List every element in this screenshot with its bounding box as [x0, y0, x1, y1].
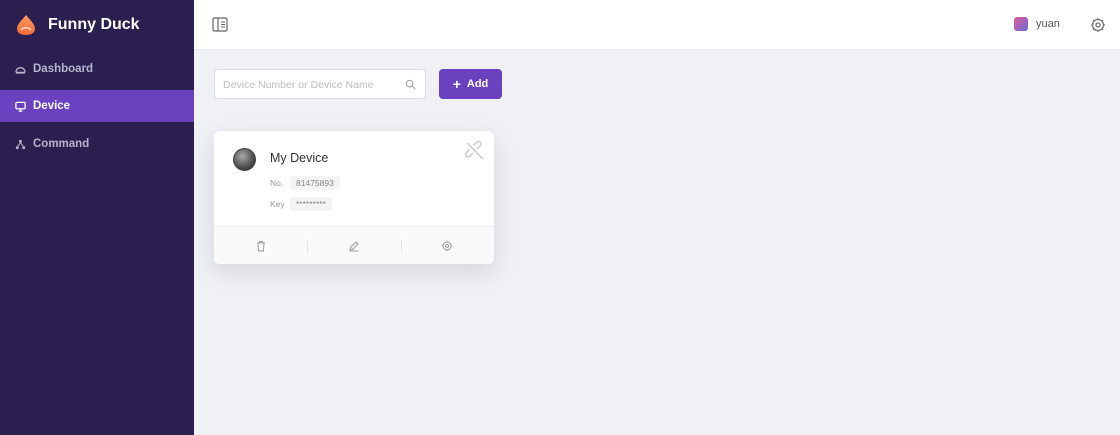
funny-duck-logo-icon: [17, 15, 35, 35]
sidebar-item-label: Device: [33, 100, 71, 112]
sidebar-item-dashboard[interactable]: Dashboard: [0, 53, 194, 85]
delete-device-button[interactable]: [214, 227, 307, 264]
search-box: [214, 69, 426, 99]
plus-icon: +: [452, 76, 461, 92]
disconnected-link-icon[interactable]: [464, 140, 486, 162]
device-number-row: No. 81475893: [270, 176, 340, 190]
device-card: My Device No. 81475893 Key *********: [214, 131, 494, 264]
sidebar-item-command[interactable]: Command: [0, 128, 194, 160]
dashboard-icon: [13, 62, 27, 76]
brand[interactable]: Funny Duck: [14, 12, 140, 38]
device-number-label: No.: [270, 178, 284, 188]
sidebar: Funny Duck Dashboard Device Command: [0, 0, 194, 435]
sidebar-item-label: Dashboard: [33, 63, 94, 75]
edit-icon: [349, 240, 359, 251]
device-settings-button[interactable]: [400, 227, 494, 264]
sidebar-item-device[interactable]: Device: [0, 90, 194, 122]
gear-icon: [442, 240, 453, 251]
device-key-row: Key *********: [270, 197, 332, 211]
search-icon[interactable]: [405, 79, 416, 90]
menu-fold-icon[interactable]: [212, 17, 228, 32]
device-avatar: [233, 148, 256, 171]
username: yuan: [1036, 18, 1060, 30]
device-key-label: Key: [270, 199, 285, 209]
device-number-value: 81475893: [290, 176, 340, 190]
top-header: yuan: [194, 0, 1120, 50]
sidebar-item-label: Command: [33, 138, 90, 150]
avatar: [1014, 17, 1028, 31]
monitor-icon: [13, 99, 27, 113]
device-key-value: *********: [290, 197, 332, 211]
device-name: My Device: [270, 151, 329, 165]
search-input[interactable]: [223, 76, 399, 93]
nodes-icon: [13, 137, 27, 151]
trash-icon: [256, 240, 265, 251]
edit-device-button[interactable]: [307, 227, 400, 264]
user-menu[interactable]: yuan: [1014, 17, 1060, 31]
gear-icon[interactable]: [1090, 17, 1106, 33]
app-name: Funny Duck: [48, 16, 140, 33]
device-card-actions: [214, 226, 494, 264]
add-device-button[interactable]: + Add: [439, 69, 502, 99]
add-button-label: Add: [466, 78, 489, 90]
